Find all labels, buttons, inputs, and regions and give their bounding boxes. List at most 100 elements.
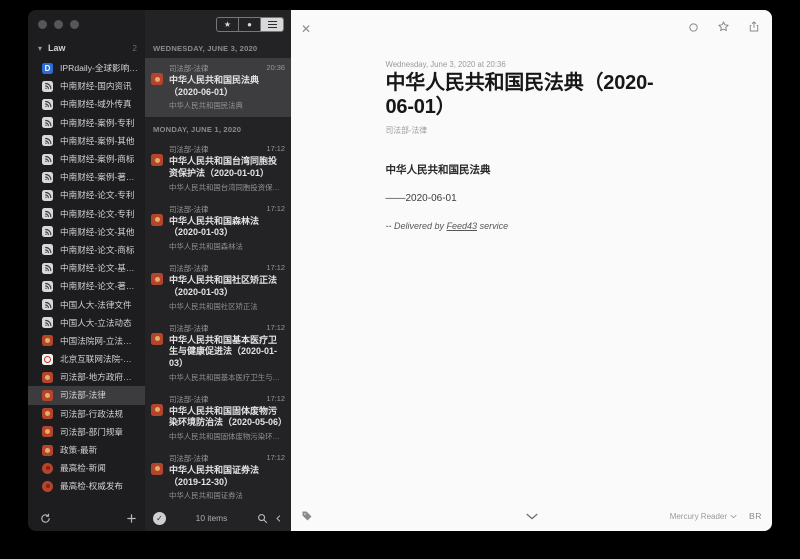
close-article-icon[interactable]: ✕ [301, 22, 311, 36]
item-feed-name: 司法部-法律 [169, 144, 208, 155]
sidebar-item[interactable]: 中国法院网-立法追踪 [28, 332, 145, 350]
round-emblem-icon [42, 463, 53, 474]
sidebar-item-label: 中南财经-域外传真 [60, 98, 132, 110]
chevron-down-icon[interactable] [525, 512, 538, 521]
article-list-item[interactable]: 司法部-法律17:12中华人民共和国固体废物污染环境防治法（2020-05-06… [145, 389, 291, 448]
filter-segmented-control: ★ ● [216, 17, 284, 32]
article-body-heading: 中华人民共和国民法典 [386, 162, 678, 177]
emblem-icon [42, 426, 53, 437]
sidebar-item[interactable]: 中南财经-论文-著作权 [28, 277, 145, 295]
sidebar-item[interactable]: 中南财经-案例-其他 [28, 132, 145, 150]
sidebar-item[interactable]: 中南财经-论文-专利 [28, 205, 145, 223]
item-time: 17:12 [267, 323, 286, 334]
rss-icon [42, 81, 53, 92]
item-feed-name: 司法部-法律 [169, 263, 208, 274]
tag-icon[interactable] [301, 510, 313, 522]
sidebar-item[interactable]: 中南财经-案例-专利 [28, 114, 145, 132]
rss-icon [42, 172, 53, 183]
mark-unread-icon[interactable] [688, 20, 699, 38]
rss-icon [42, 317, 53, 328]
item-summary: 中华人民共和国社区矫正法 [169, 301, 285, 312]
sidebar-item[interactable]: 中南财经-域外传真 [28, 95, 145, 113]
filter-all-tab[interactable] [261, 18, 283, 31]
unread-dot-icon: ● [247, 21, 252, 29]
item-time: 17:12 [267, 144, 286, 155]
article-list-item[interactable]: 司法部-法律17:12中华人民共和国证券法（2019-12-30）中华人民共和国… [145, 448, 291, 505]
sidebar-item[interactable]: 中国人大-法律文件 [28, 295, 145, 313]
sidebar-item[interactable]: 中国人大-立法动态 [28, 314, 145, 332]
item-time: 17:12 [267, 204, 286, 215]
rss-icon [42, 244, 53, 255]
item-feed-name: 司法部-法律 [169, 323, 208, 334]
sidebar-item-label: 司法部-地方政府规章 [60, 371, 139, 383]
article-source: 司法部-法律 [386, 125, 678, 136]
window-controls [28, 10, 145, 37]
collapse-panel-icon[interactable] [274, 513, 283, 524]
sidebar-item-label: 中南财经-论文-其他 [60, 226, 134, 238]
article-date: Wednesday, June 3, 2020 at 20:36 [386, 60, 678, 69]
rss-icon [42, 117, 53, 128]
rss-icon [42, 190, 53, 201]
item-title: 中华人民共和国森林法（2020-01-03） [169, 216, 285, 239]
sidebar-item-label: 中国法院网-立法追踪 [60, 335, 139, 347]
list-filter-bar: ★ ● [145, 10, 291, 36]
sidebar-item[interactable]: 中南财经-论文-商标 [28, 241, 145, 259]
article-list-item[interactable]: 司法部-法律17:12中华人民共和国台湾同胞投资保护法（2020-01-01）中… [145, 139, 291, 198]
sidebar-item[interactable]: 北京互联网法院-典型案例 [28, 350, 145, 368]
appearance-toggle[interactable]: BR [749, 511, 762, 521]
list-date-header: WEDNESDAY, JUNE 3, 2020 [145, 36, 291, 58]
search-icon[interactable] [257, 513, 268, 524]
minimize-window-button[interactable] [54, 20, 63, 29]
article-body: 中华人民共和国民法典 ——2020-06-01 -- Delivered by … [386, 162, 678, 231]
share-icon[interactable] [748, 20, 760, 38]
add-subscription-icon[interactable] [126, 513, 137, 524]
refresh-icon[interactable] [40, 513, 51, 524]
chevron-down-icon [730, 514, 737, 519]
emblem-icon [151, 73, 163, 85]
feed43-link[interactable]: Feed43 [447, 221, 478, 231]
star-article-icon[interactable] [717, 20, 730, 38]
sidebar-item[interactable]: DIPRdaily-全球影响力的... [28, 59, 145, 77]
sidebar-item[interactable]: 政策-最新 [28, 441, 145, 459]
chevron-down-icon: ▾ [38, 44, 42, 53]
reader-mode-selector[interactable]: Mercury Reader [670, 512, 737, 521]
article-list-item[interactable]: 司法部-法律 17:12中华人民共和国基本医疗卫生与健康促进法（2020-01-0… [145, 318, 291, 389]
sidebar-item[interactable]: 最高检-权威发布 [28, 477, 145, 495]
reader-pane: ✕ Wednesday, June 3, 2020 at 20:36 中华人民共… [291, 10, 772, 531]
sidebar-item-label: 最高检-新闻 [60, 462, 106, 474]
item-feed-name: 司法部-法律 [169, 204, 208, 215]
mark-all-read-icon[interactable]: ✓ [153, 512, 166, 525]
sidebar-item[interactable]: 中南财经-论文-专利 [28, 186, 145, 204]
sidebar-item[interactable]: 中南财经-案例-著作权 [28, 168, 145, 186]
sidebar-item[interactable]: 最高检-新闻 [28, 459, 145, 477]
article-list-item[interactable]: 司法部-法律17:12中华人民共和国社区矫正法（2020-01-03）中华人民共… [145, 258, 291, 317]
sidebar-item[interactable]: 司法部-行政法规 [28, 405, 145, 423]
sidebar-item[interactable]: 司法部-部门规章 [28, 423, 145, 441]
sidebar-item[interactable]: 司法部-法律 [28, 386, 145, 404]
sidebar-item[interactable]: 中南财经-国内资讯 [28, 77, 145, 95]
sidebar-item[interactable]: 中南财经-论文-基础理论 [28, 259, 145, 277]
sidebar-item-label: 司法部-行政法规 [60, 408, 123, 420]
close-window-button[interactable] [38, 20, 47, 29]
sidebar-item[interactable]: 中南财经-论文-其他 [28, 223, 145, 241]
sidebar-item[interactable]: 中南财经-案例-商标 [28, 150, 145, 168]
sidebar-item[interactable]: 司法部-地方政府规章 [28, 368, 145, 386]
filter-unread-tab[interactable]: ● [239, 18, 261, 31]
item-title: 中华人民共和国基本医疗卫生与健康促进法（2020-01-03） [169, 335, 285, 370]
article-content: Wednesday, June 3, 2020 at 20:36 中华人民共和国… [291, 38, 772, 505]
unread-count-badge: 2 [133, 44, 137, 53]
filter-starred-tab[interactable]: ★ [217, 18, 239, 31]
article-list-item[interactable]: 司法部-法律17:12中华人民共和国森林法（2020-01-03）中华人民共和国… [145, 199, 291, 258]
sidebar-group-law[interactable]: ▾ Law 2 [28, 37, 145, 57]
item-feed-name: 司法部-法律 [169, 453, 208, 464]
rss-icon [42, 281, 53, 292]
sidebar-item-label: 中南财经-论文-基础理论 [60, 262, 139, 274]
iprdaily-icon: D [42, 63, 53, 74]
zoom-window-button[interactable] [70, 20, 79, 29]
item-summary: 中华人民共和国基本医疗卫生与健康促进法 [169, 372, 285, 383]
emblem-icon [151, 214, 163, 226]
article-list-item[interactable]: 司法部-法律20:36中华人民共和国民法典（2020-06-01）中华人民共和国… [145, 58, 291, 117]
emblem-icon [42, 390, 53, 401]
emblem-icon [151, 333, 163, 345]
app-window: ▾ Law 2 DIPRdaily-全球影响力的...中南财经-国内资讯中南财经… [28, 10, 772, 531]
